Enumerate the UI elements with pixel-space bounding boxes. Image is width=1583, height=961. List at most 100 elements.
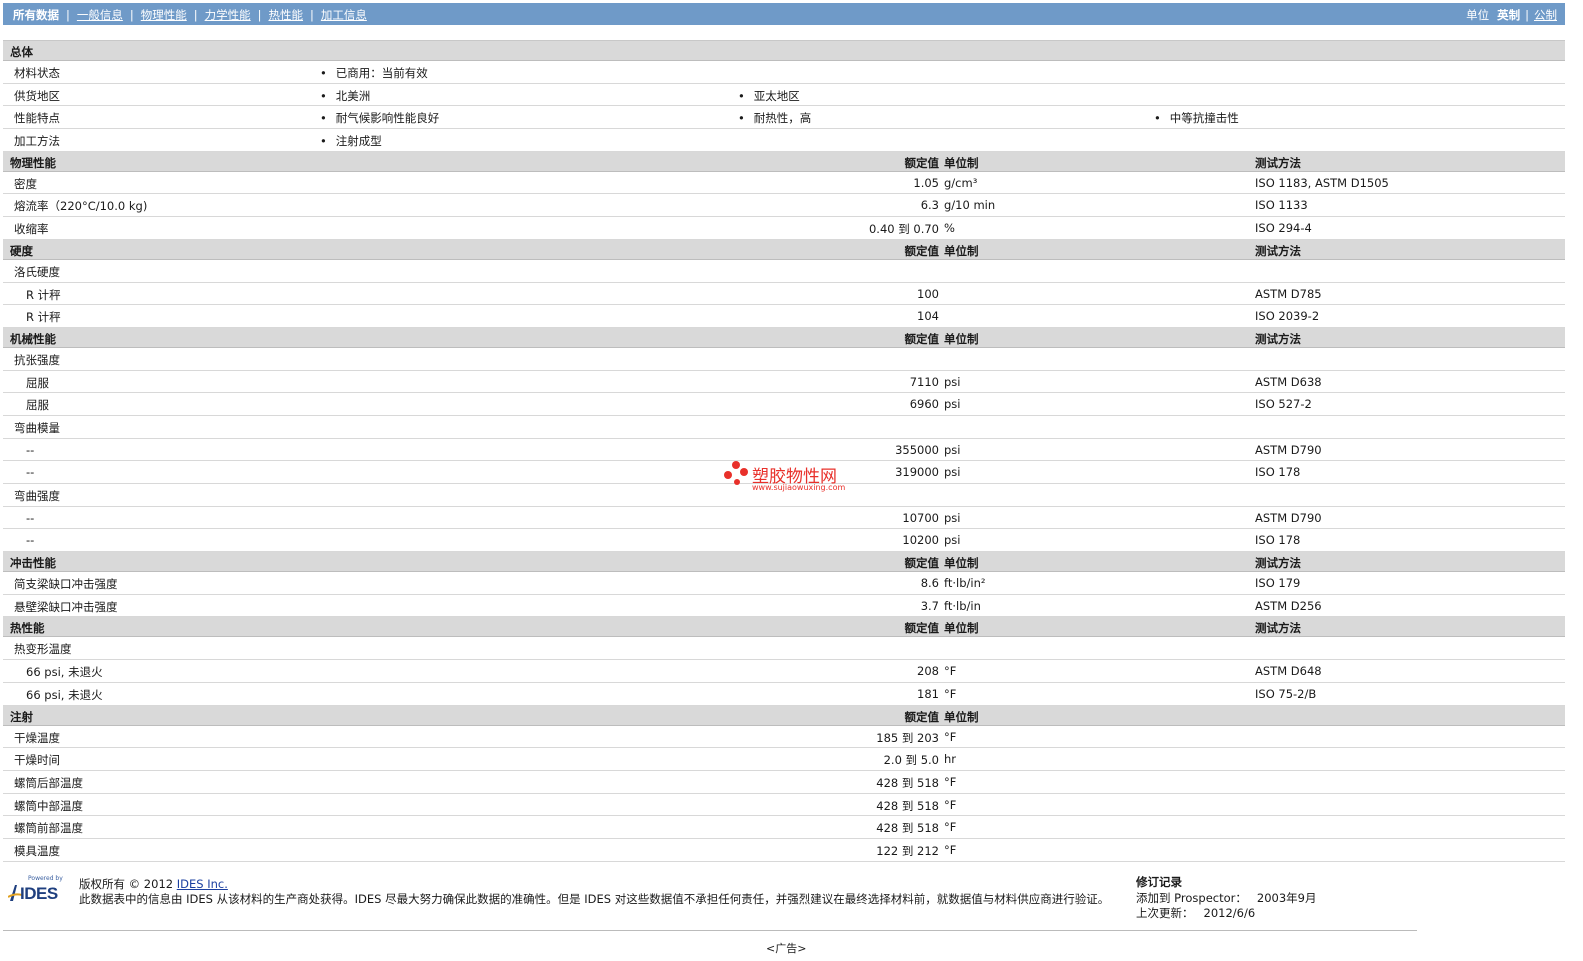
row-unit: psi xyxy=(944,374,961,389)
row-test-method: ASTM D790 xyxy=(1255,442,1322,457)
section-title: 热性能 xyxy=(10,621,45,636)
bullet-value: 已商用：当前有效 xyxy=(320,65,428,81)
group-label: 洛氏硬度 xyxy=(14,264,60,279)
row-unit: ft·lb/in xyxy=(944,598,981,613)
row-unit: ft·lb/in² xyxy=(944,576,986,591)
watermark-dot xyxy=(740,468,748,476)
row-unit: °F xyxy=(944,729,957,744)
watermark-logo: 塑胶物性网 www.sujiaowuxing.com xyxy=(722,459,862,495)
row-label: 悬壁梁缺口冲击强度 xyxy=(14,599,118,614)
group-label: 抗张强度 xyxy=(14,352,60,367)
group-row: 抗张强度 xyxy=(3,348,1565,371)
watermark-dot xyxy=(734,479,740,485)
disclaimer: 此数据表中的信息由 IDES 从该材料的生产商处获得。IDES 尽最大努力确保此… xyxy=(79,892,1110,906)
nav-mechanical[interactable]: 力学性能 xyxy=(205,7,251,23)
unit-imperial: 英制 xyxy=(1497,8,1521,22)
table-row: 熔流率（220°C/10.0 kg) 6.3 g/10 min ISO 1133 xyxy=(3,194,1565,218)
table-row: 简支梁缺口冲击强度 8.6 ft·lb/in² ISO 179 xyxy=(3,572,1565,595)
row-unit: psi xyxy=(944,533,961,548)
row-unit: % xyxy=(944,221,955,236)
row-label: 模具温度 xyxy=(14,843,60,858)
row-label: -- xyxy=(26,465,35,480)
row-test-method: ISO 1183, ASTM D1505 xyxy=(1255,175,1389,190)
row-test-method: ISO 294-4 xyxy=(1255,221,1312,236)
row-value: 100 xyxy=(917,286,939,301)
ad-label: <广告> xyxy=(766,942,807,955)
row-unit: °F xyxy=(944,686,957,701)
table-row: 收缩率 0.40 到 0.70 % ISO 294-4 xyxy=(3,217,1565,240)
row-label: 干燥时间 xyxy=(14,753,60,768)
table-row: 加工方法 注射成型 xyxy=(3,129,1565,152)
nav-separator: | xyxy=(66,8,70,22)
table-row: 密度 1.05 g/cm³ ISO 1183, ASTM D1505 xyxy=(3,172,1565,195)
row-value: 10200 xyxy=(902,533,939,548)
table-row: 屈服 6960 psi ISO 527-2 xyxy=(3,393,1565,416)
top-nav-bar: 所有数据 | 一般信息 | 物理性能 | 力学性能 | 热性能 | 加工信息 单… xyxy=(3,3,1565,25)
row-label: R 计秤 xyxy=(26,287,61,302)
row-unit: g/cm³ xyxy=(944,175,978,190)
nav-separator: | xyxy=(310,8,314,22)
row-value: 181 xyxy=(917,686,939,701)
row-value: 2.0 到 5.0 xyxy=(883,753,939,768)
row-label: 螺筒前部温度 xyxy=(14,821,83,836)
row-value: 208 xyxy=(917,664,939,679)
table-row: 66 psi, 未退火 181 °F ISO 75-2/B xyxy=(3,683,1565,706)
row-label: 加工方法 xyxy=(14,134,60,149)
row-test-method: ISO 179 xyxy=(1255,576,1301,591)
unit-separator: | xyxy=(1525,8,1529,22)
logo-brand: IDES xyxy=(20,884,58,903)
row-value: 122 到 212 xyxy=(876,843,939,858)
nav-separator: | xyxy=(193,8,198,22)
table-row: 干燥时间 2.0 到 5.0 hr xyxy=(3,748,1565,771)
section-physical: 物理性能 额定值 单位制 测试方法 xyxy=(3,151,1565,172)
row-label: 熔流率（220°C/10.0 kg) xyxy=(14,199,148,214)
row-unit: °F xyxy=(944,842,957,857)
nav-thermal[interactable]: 热性能 xyxy=(269,7,304,23)
watermark-dot xyxy=(724,471,732,479)
table-row: 模具温度 122 到 212 °F xyxy=(3,839,1565,862)
row-label: 材料状态 xyxy=(14,66,60,80)
group-row: 热变形温度 xyxy=(3,637,1565,661)
revision-added: 添加到 Prospector： 2003年9月 xyxy=(1136,890,1316,906)
ides-link[interactable]: IDES Inc. xyxy=(177,877,228,891)
table-row: 供货地区 北美洲 亚太地区 xyxy=(3,84,1565,107)
row-value: 428 到 518 xyxy=(876,821,939,836)
row-label: 密度 xyxy=(14,176,37,191)
group-label: 热变形温度 xyxy=(14,642,72,657)
row-unit: °F xyxy=(944,774,957,789)
row-value: 428 到 518 xyxy=(876,775,939,790)
row-label: -- xyxy=(26,533,35,548)
nav-physical[interactable]: 物理性能 xyxy=(141,7,187,23)
section-mechanical: 机械性能 额定值 单位制 测试方法 xyxy=(3,327,1565,348)
row-unit: °F xyxy=(944,664,957,679)
section-nav: 所有数据 | 一般信息 | 物理性能 | 力学性能 | 热性能 | 加工信息 xyxy=(13,7,367,23)
bullet-value: 耐热性，高 xyxy=(738,110,812,126)
nav-separator: | xyxy=(129,8,134,22)
revision-title: 修订记录 xyxy=(1136,875,1182,889)
table-row: 悬壁梁缺口冲击强度 3.7 ft·lb/in ASTM D256 xyxy=(3,595,1565,618)
table-row: R 计秤 104 ISO 2039-2 xyxy=(3,305,1565,328)
nav-general-info[interactable]: 一般信息 xyxy=(77,7,123,23)
row-unit: psi xyxy=(944,442,961,457)
row-unit: psi xyxy=(944,397,961,412)
nav-all-data[interactable]: 所有数据 xyxy=(13,7,59,23)
table-row: -- 10200 psi ISO 178 xyxy=(3,529,1565,553)
nav-processing[interactable]: 加工信息 xyxy=(321,7,367,23)
group-label: 弯曲模量 xyxy=(14,420,60,435)
bullet-value: 耐气候影响性能良好 xyxy=(320,110,440,126)
header-unit: 单位制 xyxy=(944,621,979,636)
table-row: 螺筒前部温度 428 到 518 °F xyxy=(3,816,1565,839)
header-value: 额定值 xyxy=(904,556,940,571)
table-row: -- 10700 psi ASTM D790 xyxy=(3,507,1565,530)
ides-logo[interactable]: Powered by IDES xyxy=(8,875,74,905)
row-value: 6960 xyxy=(909,397,939,412)
unit-metric-link[interactable]: 公制 xyxy=(1534,7,1557,23)
table-row: R 计秤 100 ASTM D785 xyxy=(3,283,1565,306)
watermark-dot xyxy=(732,461,740,469)
row-unit: psi xyxy=(944,465,961,480)
header-test-method: 测试方法 xyxy=(1255,621,1301,636)
header-value: 额定值 xyxy=(904,155,940,170)
row-value: 185 到 203 xyxy=(876,730,939,745)
section-title: 冲击性能 xyxy=(10,556,56,571)
bullet-value: 亚太地区 xyxy=(738,88,800,104)
